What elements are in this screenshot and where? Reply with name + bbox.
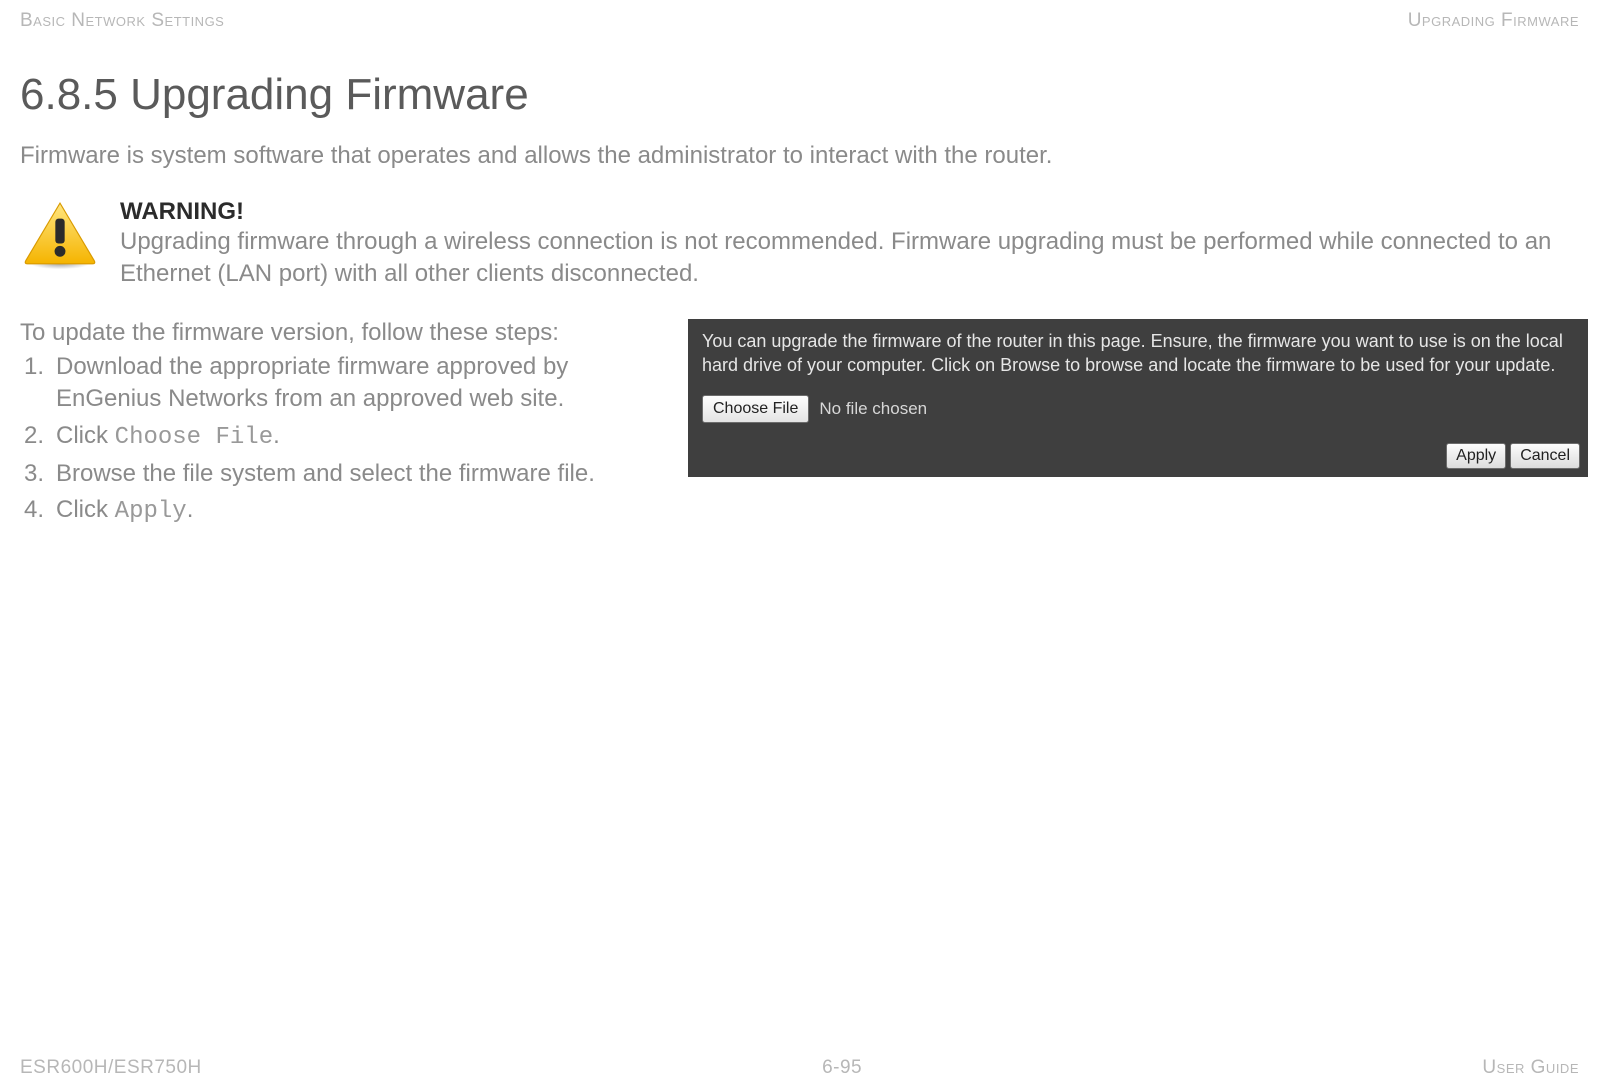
page-title: 6.8.5 Upgrading Firmware (20, 70, 1579, 120)
header-right: Upgrading Firmware (1408, 10, 1579, 32)
steps-list: Download the appropriate firmware approv… (20, 351, 660, 529)
warning-text: Upgrading firmware through a wireless co… (120, 226, 1579, 291)
steps-intro: To update the firmware version, follow t… (20, 319, 660, 347)
firmware-upgrade-panel: You can upgrade the firmware of the rout… (688, 319, 1588, 477)
page-header: Basic Network Settings Upgrading Firmwar… (20, 0, 1579, 32)
screenshot-column: You can upgrade the firmware of the rout… (688, 319, 1588, 477)
step-mono: Apply (115, 498, 187, 525)
step-text: Download the appropriate firmware approv… (56, 353, 568, 412)
footer-left: ESR600H/ESR750H (20, 1057, 202, 1079)
step-text: . (187, 496, 194, 523)
step-mono: Choose File (115, 424, 273, 451)
choose-file-button[interactable]: Choose File (702, 395, 809, 423)
warning-content: WARNING! Upgrading firmware through a wi… (120, 198, 1579, 291)
step-text: Click (56, 496, 115, 523)
page-footer: ESR600H/ESR750H 6-95 User Guide (20, 1057, 1579, 1079)
panel-action-buttons: Apply Cancel (1446, 443, 1580, 469)
warning-label: WARNING! (120, 198, 1579, 226)
footer-page-number: 6-95 (822, 1057, 862, 1079)
footer-right: User Guide (1482, 1057, 1579, 1079)
warning-icon (20, 198, 100, 275)
header-left: Basic Network Settings (20, 10, 224, 32)
step-text: Click (56, 422, 115, 449)
cancel-button[interactable]: Cancel (1510, 443, 1580, 469)
no-file-chosen-text: No file chosen (819, 398, 927, 421)
step-text: . (273, 422, 280, 449)
warning-block: WARNING! Upgrading firmware through a wi… (20, 198, 1579, 291)
list-item: Browse the file system and select the fi… (24, 458, 660, 490)
step-text: Browse the file system and select the fi… (56, 460, 595, 487)
main-content-row: To update the firmware version, follow t… (20, 319, 1579, 533)
steps-column: To update the firmware version, follow t… (20, 319, 660, 533)
apply-button[interactable]: Apply (1446, 443, 1506, 469)
list-item: Download the appropriate firmware approv… (24, 351, 660, 416)
panel-description: You can upgrade the firmware of the rout… (702, 329, 1574, 378)
list-item: Click Apply. (24, 494, 660, 528)
list-item: Click Choose File. (24, 420, 660, 454)
intro-paragraph: Firmware is system software that operate… (20, 142, 1579, 170)
file-upload-row: Choose File No file chosen (702, 395, 1574, 423)
